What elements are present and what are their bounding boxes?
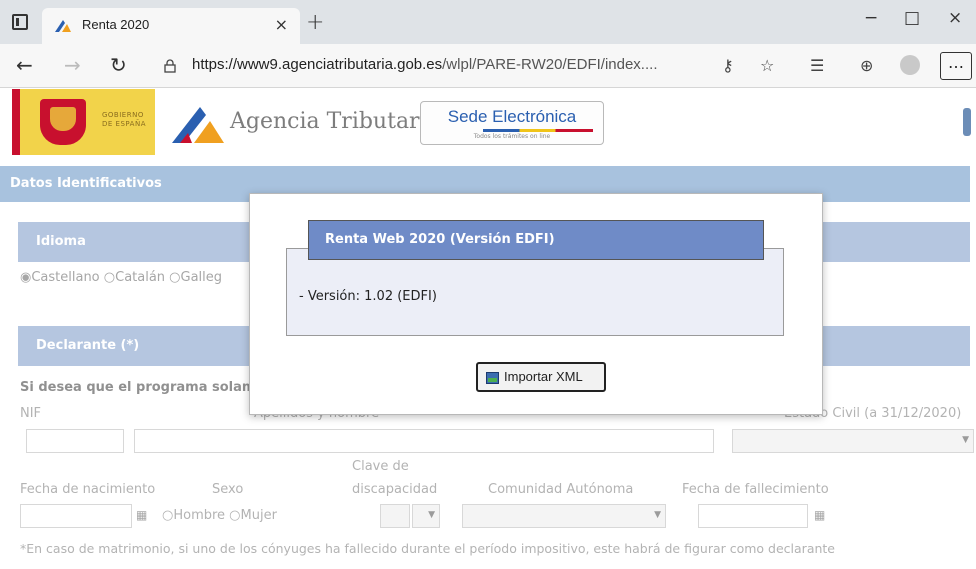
version-panel: - Versión: 1.02 (EDFI) — [286, 248, 784, 336]
more-options-button[interactable]: … — [940, 52, 972, 80]
minimize-button[interactable]: − — [864, 8, 878, 28]
favorites-list-icon[interactable]: ☰ — [810, 56, 824, 75]
version-text: - Versión: 1.02 (EDFI) — [299, 289, 437, 304]
collections-icon[interactable]: ⊕ — [860, 56, 873, 75]
flag-stripe — [12, 89, 20, 155]
sede-title: Sede Electrónica — [447, 107, 577, 126]
agency-name: Agencia Tributaria — [230, 109, 440, 134]
gov-logo-text: GOBIERNO DE ESPAÑA — [102, 111, 146, 128]
version-dialog: - Versión: 1.02 (EDFI) Renta Web 2020 (V… — [249, 193, 823, 415]
address-bar[interactable]: https://www9.agenciatributaria.gob.es/wl… — [150, 51, 750, 81]
sede-electronica-link[interactable]: Sede Electrónica Todos los trámites on l… — [420, 101, 604, 145]
browser-toolbar: ← → ↻ https://www9.agenciatributaria.gob… — [0, 44, 976, 88]
gobierno-espana-logo: GOBIERNO DE ESPAÑA — [12, 89, 155, 155]
lock-icon — [164, 59, 176, 73]
scrollbar-thumb[interactable] — [963, 108, 971, 136]
url-text: https://www9.agenciatributaria.gob.es/wl… — [192, 56, 658, 73]
coat-of-arms-icon — [40, 99, 86, 145]
favorite-star-icon[interactable]: ☆ — [760, 56, 774, 75]
agencia-tributaria-logo-icon — [172, 107, 224, 143]
agency-favicon-icon — [55, 20, 71, 32]
dialog-title: Renta Web 2020 (Versión EDFI) — [308, 220, 764, 260]
close-tab-icon[interactable]: × — [275, 15, 288, 34]
close-window-button[interactable]: × — [948, 8, 962, 28]
sede-subtitle: Todos los trámites on line — [473, 133, 551, 140]
import-icon — [486, 372, 499, 384]
sede-color-line — [483, 129, 593, 132]
import-xml-button[interactable]: Importar XML — [476, 362, 606, 392]
back-arrow-icon[interactable]: ← — [16, 53, 33, 77]
tab-title: Renta 2020 — [82, 17, 150, 32]
tab-actions-icon[interactable] — [12, 14, 28, 30]
maximize-button[interactable]: □ — [904, 8, 920, 28]
refresh-icon[interactable]: ↻ — [110, 53, 127, 77]
profile-avatar[interactable] — [900, 55, 920, 75]
import-xml-label: Importar XML — [504, 369, 583, 384]
browser-tab-bar: Renta 2020 × + − □ × — [0, 0, 976, 44]
forward-arrow-icon[interactable]: → — [64, 53, 81, 77]
browser-tab[interactable]: Renta 2020 × — [42, 8, 300, 44]
new-tab-button[interactable]: + — [306, 10, 324, 35]
site-header: GOBIERNO DE ESPAÑA Agencia Tributaria Se… — [0, 89, 976, 159]
key-icon[interactable]: ⚷ — [722, 56, 734, 75]
